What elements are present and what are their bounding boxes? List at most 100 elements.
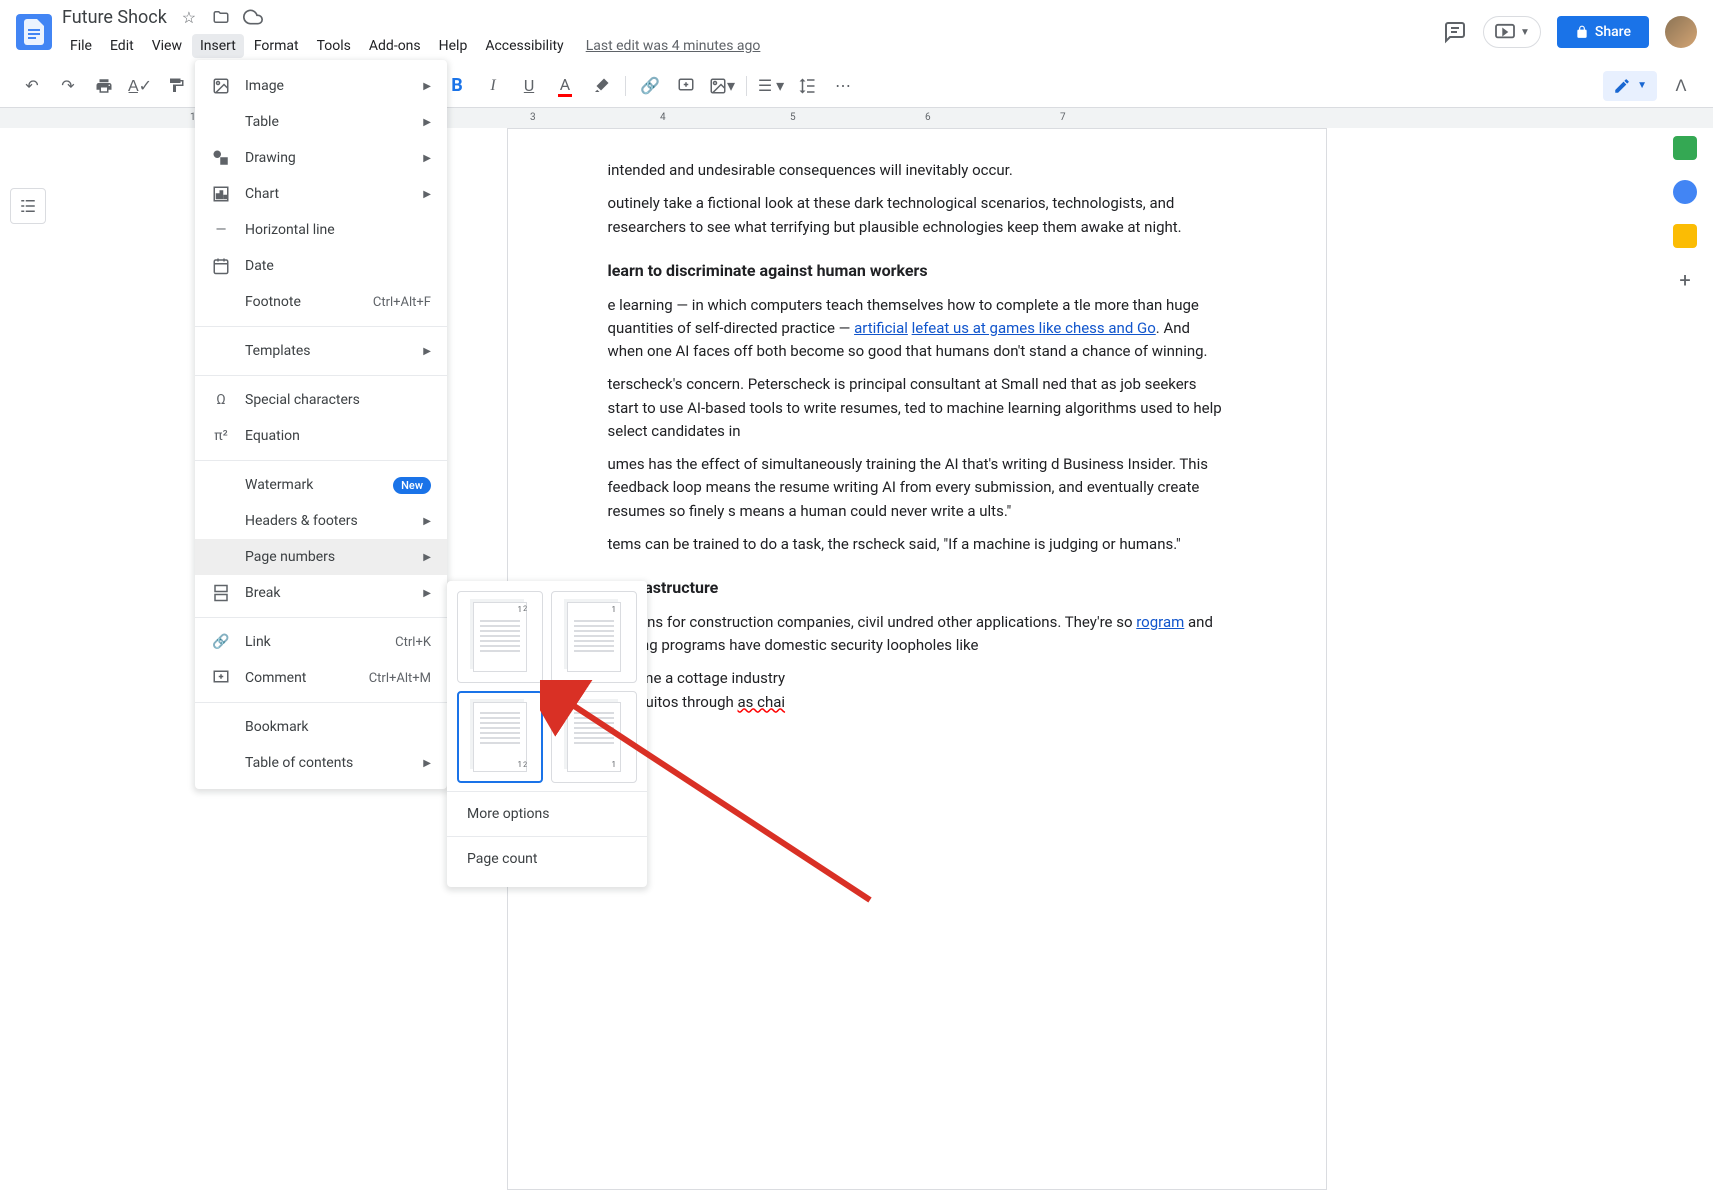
menu-insert[interactable]: Insert xyxy=(192,34,244,58)
dropdown-caret-icon: ▼ xyxy=(1637,80,1647,91)
submenu-arrow-icon: ▶ xyxy=(423,516,431,527)
page-number-option-footer-right[interactable]: 12 xyxy=(457,691,543,783)
menu-link[interactable]: 🔗LinkCtrl+K xyxy=(195,624,447,660)
underline-button[interactable]: U xyxy=(513,70,545,102)
calendar-side-icon[interactable] xyxy=(1673,136,1697,160)
editing-mode-button[interactable]: ▼ xyxy=(1603,71,1657,101)
docs-app-icon[interactable] xyxy=(16,14,52,50)
drawing-icon xyxy=(211,148,231,168)
footnote-icon xyxy=(211,292,231,312)
share-button[interactable]: Share xyxy=(1557,16,1649,48)
share-label: Share xyxy=(1595,24,1631,40)
menu-comment[interactable]: CommentCtrl+Alt+M xyxy=(195,660,447,696)
chart-icon xyxy=(211,184,231,204)
menu-addons[interactable]: Add-ons xyxy=(361,34,429,58)
text-color-button[interactable]: A xyxy=(549,70,581,102)
menu-date[interactable]: Date xyxy=(195,248,447,284)
menu-edit[interactable]: Edit xyxy=(102,34,142,58)
doc-title[interactable]: Future Shock xyxy=(62,7,167,28)
line-spacing-button[interactable] xyxy=(791,70,823,102)
body-text: nissions for construction companies, civ… xyxy=(608,611,1226,658)
toc-icon xyxy=(211,753,231,773)
more-toolbar-button[interactable]: ⋯ xyxy=(827,70,859,102)
add-side-icon[interactable]: + xyxy=(1673,268,1697,292)
comment-history-icon[interactable] xyxy=(1443,20,1467,44)
tasks-side-icon[interactable] xyxy=(1673,224,1697,248)
menu-image[interactable]: Image▶ xyxy=(195,68,447,104)
body-text: e learning — in which computers teach th… xyxy=(608,294,1226,364)
align-button[interactable]: ☰ ▾ xyxy=(755,70,787,102)
submenu-arrow-icon: ▶ xyxy=(423,346,431,357)
redo-button[interactable]: ↷ xyxy=(52,70,84,102)
ruler-mark: 3 xyxy=(530,112,536,123)
menu-divider xyxy=(195,375,447,376)
menu-divider xyxy=(447,836,647,837)
menu-footnote[interactable]: FootnoteCtrl+Alt+F xyxy=(195,284,447,320)
templates-icon xyxy=(211,341,231,361)
menu-bookmark[interactable]: Bookmark xyxy=(195,709,447,745)
menu-table[interactable]: Table▶ xyxy=(195,104,447,140)
menu-file[interactable]: File xyxy=(62,34,100,58)
undo-button[interactable]: ↶ xyxy=(16,70,48,102)
page-count-option[interactable]: Page count xyxy=(457,841,637,877)
menu-equation[interactable]: π²Equation xyxy=(195,418,447,454)
ruler-mark: 6 xyxy=(925,112,931,123)
cloud-status-icon[interactable] xyxy=(243,7,263,27)
menu-templates[interactable]: Templates▶ xyxy=(195,333,447,369)
page-number-option-header-right-skip[interactable]: 1 xyxy=(551,591,637,683)
last-edit-link[interactable]: Last edit was 4 minutes ago xyxy=(586,38,761,54)
headers-footers-icon xyxy=(211,511,231,531)
menu-toc[interactable]: Table of contents▶ xyxy=(195,745,447,781)
menu-drawing[interactable]: Drawing▶ xyxy=(195,140,447,176)
menu-accessibility[interactable]: Accessibility xyxy=(477,34,571,58)
body-text: terscheck's concern. Peterscheck is prin… xyxy=(608,373,1226,443)
image-icon xyxy=(211,76,231,96)
document-outline-button[interactable] xyxy=(10,188,46,224)
menu-divider xyxy=(447,791,647,792)
table-icon xyxy=(211,112,231,132)
bookmark-icon xyxy=(211,717,231,737)
break-icon xyxy=(211,583,231,603)
print-button[interactable] xyxy=(88,70,120,102)
page-number-option-footer-right-skip[interactable]: 1 xyxy=(551,691,637,783)
insert-image-button[interactable]: ▾ xyxy=(706,70,738,102)
menu-view[interactable]: View xyxy=(144,34,190,58)
menu-help[interactable]: Help xyxy=(431,34,476,58)
body-link[interactable]: lefeat us at games like chess and Go xyxy=(912,319,1156,337)
dropdown-caret-icon: ▼ xyxy=(1520,27,1530,38)
submenu-arrow-icon: ▶ xyxy=(423,552,431,563)
toolbar-separator xyxy=(746,76,747,96)
insert-link-button[interactable]: 🔗 xyxy=(634,70,666,102)
collapse-toolbar-button[interactable]: ᐱ xyxy=(1665,70,1697,102)
menu-horizontal-line[interactable]: —Horizontal line xyxy=(195,212,447,248)
submenu-arrow-icon: ▶ xyxy=(423,758,431,769)
menu-page-numbers[interactable]: Page numbers▶ xyxy=(195,539,447,575)
body-heading: learn to discriminate against human work… xyxy=(608,259,1226,284)
page-number-option-header-right[interactable]: 12 xyxy=(457,591,543,683)
highlight-button[interactable] xyxy=(585,70,617,102)
italic-button[interactable]: I xyxy=(477,70,509,102)
present-button[interactable]: ▼ xyxy=(1483,16,1541,48)
menu-watermark[interactable]: WatermarkNew xyxy=(195,467,447,503)
insert-comment-button[interactable] xyxy=(670,70,702,102)
equation-icon: π² xyxy=(211,426,231,446)
menu-tools[interactable]: Tools xyxy=(309,34,359,58)
spellcheck-button[interactable]: A̲✓ xyxy=(124,70,156,102)
body-link[interactable]: rogram xyxy=(1136,613,1184,631)
body-link[interactable]: artificial xyxy=(854,319,908,337)
move-icon[interactable] xyxy=(211,7,231,27)
page-numbers-more-options[interactable]: More options xyxy=(457,796,637,832)
menu-format[interactable]: Format xyxy=(246,34,307,58)
special-chars-icon: Ω xyxy=(211,390,231,410)
menu-headers-footers[interactable]: Headers & footers▶ xyxy=(195,503,447,539)
avatar[interactable] xyxy=(1665,16,1697,48)
paint-format-button[interactable] xyxy=(160,70,192,102)
menu-break[interactable]: Break▶ xyxy=(195,575,447,611)
menu-chart[interactable]: Chart▶ xyxy=(195,176,447,212)
star-icon[interactable]: ☆ xyxy=(179,7,199,27)
menu-special-chars[interactable]: ΩSpecial characters xyxy=(195,382,447,418)
ruler-mark: 5 xyxy=(790,112,796,123)
toolbar-separator xyxy=(625,76,626,96)
body-text: intended and undesirable consequences wi… xyxy=(608,159,1226,182)
keep-side-icon[interactable] xyxy=(1673,180,1697,204)
